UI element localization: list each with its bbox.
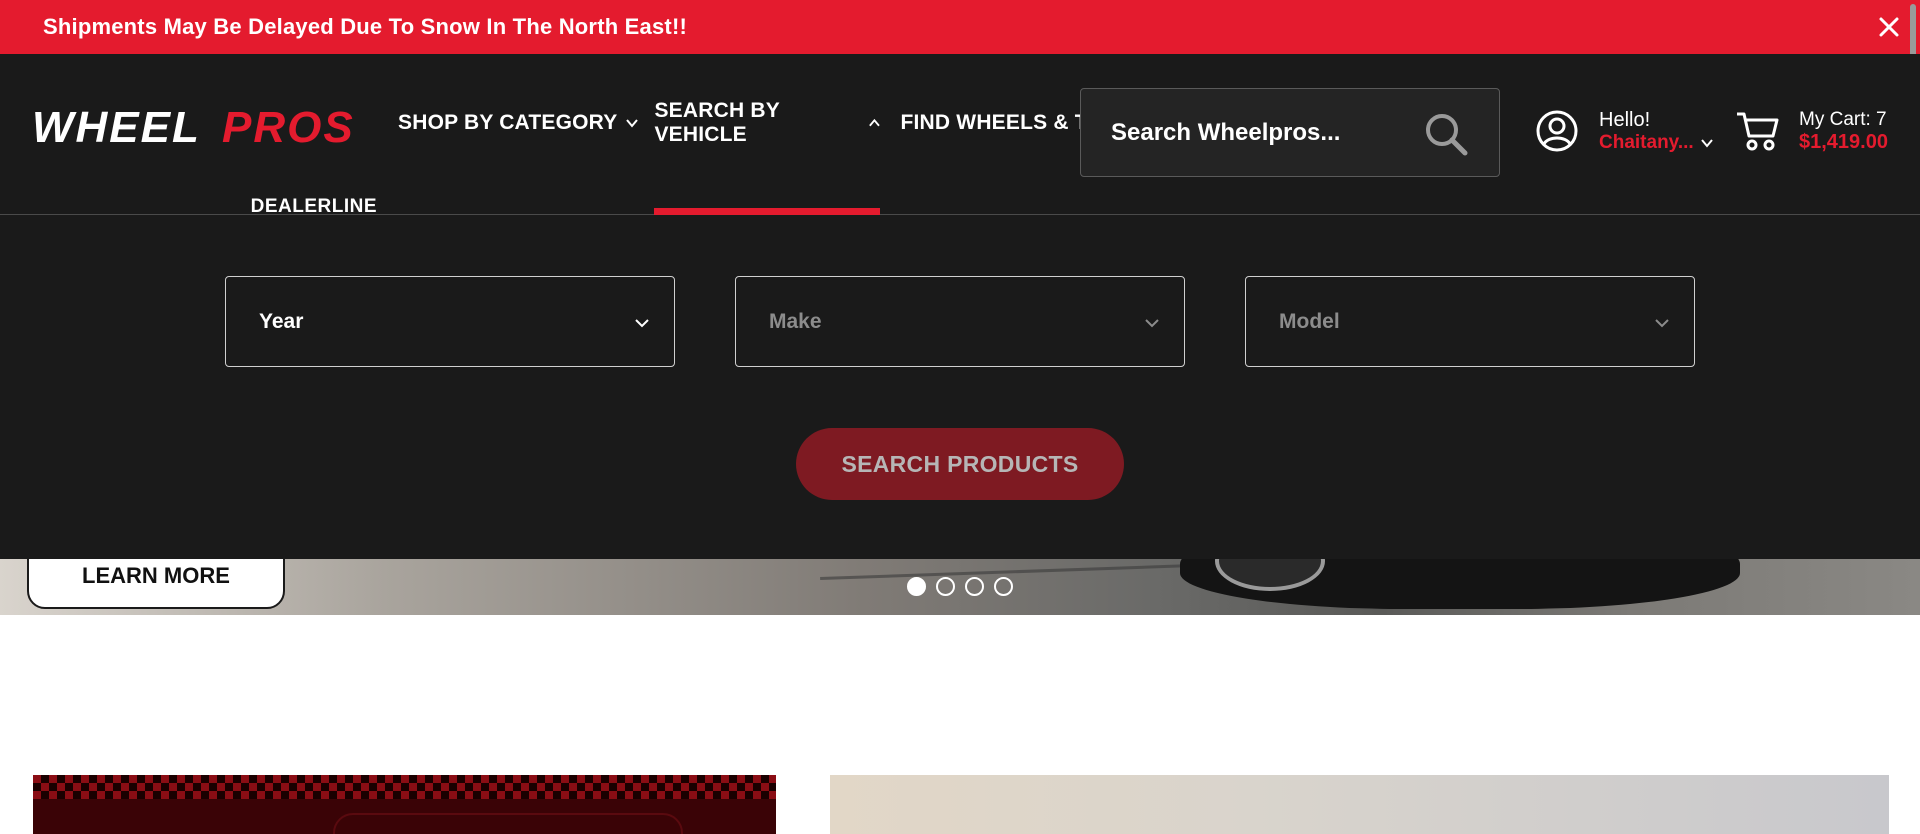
search-box[interactable] — [1080, 88, 1500, 177]
announcement-text: Shipments May Be Delayed Due To Snow In … — [43, 14, 687, 39]
make-select-value: Make — [769, 309, 822, 333]
logo-primary-text: WHEEL — [32, 104, 201, 152]
nav-label: SHOP BY CATEGORY — [398, 110, 618, 134]
search-input[interactable] — [1111, 118, 1411, 147]
nav-shop-by-category[interactable]: SHOP BY CATEGORY — [398, 54, 639, 215]
search-products-button[interactable]: SEARCH PRODUCTS — [796, 428, 1124, 500]
cart-text: My Cart: 7 $1,419.00 — [1799, 109, 1888, 154]
chevron-down-icon — [1145, 319, 1159, 328]
cart-icon — [1737, 112, 1779, 151]
year-select-value: Year — [259, 309, 304, 333]
account-greeting: Hello! — [1599, 108, 1651, 131]
make-select[interactable]: Make — [735, 276, 1185, 367]
account-name: Chaitany... — [1599, 131, 1694, 153]
promo-card-left[interactable] — [33, 775, 776, 834]
promo-card-left-image — [333, 813, 683, 834]
chevron-down-icon — [1700, 138, 1713, 148]
wheel-pros-logo[interactable]: WHEEL PROS DEALERLINE — [32, 104, 377, 224]
close-icon[interactable] — [1874, 12, 1904, 42]
announcement-bar: Shipments May Be Delayed Due To Snow In … — [0, 0, 1920, 74]
account-text: Hello! Chaitany... — [1599, 109, 1714, 154]
user-icon — [1536, 110, 1578, 152]
main-nav: SHOP BY CATEGORY SEARCH BY VEHICLE FIND … — [398, 54, 1138, 215]
cart-total: $1,419.00 — [1799, 130, 1888, 153]
cart-button[interactable]: My Cart: 7 $1,419.00 — [1735, 96, 1910, 166]
active-nav-indicator — [654, 208, 881, 215]
search-icon[interactable] — [1423, 111, 1469, 157]
slider-dot-3[interactable] — [965, 577, 984, 596]
vehicle-search-panel: Year Make Model SEARCH PRODUCTS — [0, 215, 1920, 559]
nav-search-by-vehicle[interactable]: SEARCH BY VEHICLE — [654, 54, 881, 215]
account-name-row: Chaitany... — [1599, 132, 1714, 154]
account-menu[interactable]: Hello! Chaitany... — [1535, 96, 1715, 166]
chevron-down-icon — [1655, 319, 1669, 328]
chevron-down-icon — [635, 319, 649, 328]
learn-more-button[interactable]: LEARN MORE — [27, 559, 285, 609]
checkered-flag-pattern — [33, 775, 776, 799]
slider-dots — [907, 577, 1013, 596]
year-select[interactable]: Year — [225, 276, 675, 367]
chevron-up-icon — [868, 118, 880, 126]
model-select-value: Model — [1279, 309, 1340, 333]
logo-wordmark: WHEEL PROS — [32, 104, 355, 152]
promo-card-right[interactable] — [830, 775, 1889, 834]
chevron-down-icon — [626, 118, 639, 128]
site-header: WHEEL PROS DEALERLINE SHOP BY CATEGORY S… — [0, 54, 1920, 217]
nav-label: SEARCH BY VEHICLE — [654, 98, 780, 146]
logo-accent-text: PROS — [222, 104, 355, 152]
slider-dot-2[interactable] — [936, 577, 955, 596]
cart-count: My Cart: 7 — [1799, 108, 1887, 130]
slider-dot-1[interactable] — [907, 577, 926, 596]
model-select[interactable]: Model — [1245, 276, 1695, 367]
hero-slider: LEARN MORE — [0, 559, 1920, 615]
slider-dot-4[interactable] — [994, 577, 1013, 596]
